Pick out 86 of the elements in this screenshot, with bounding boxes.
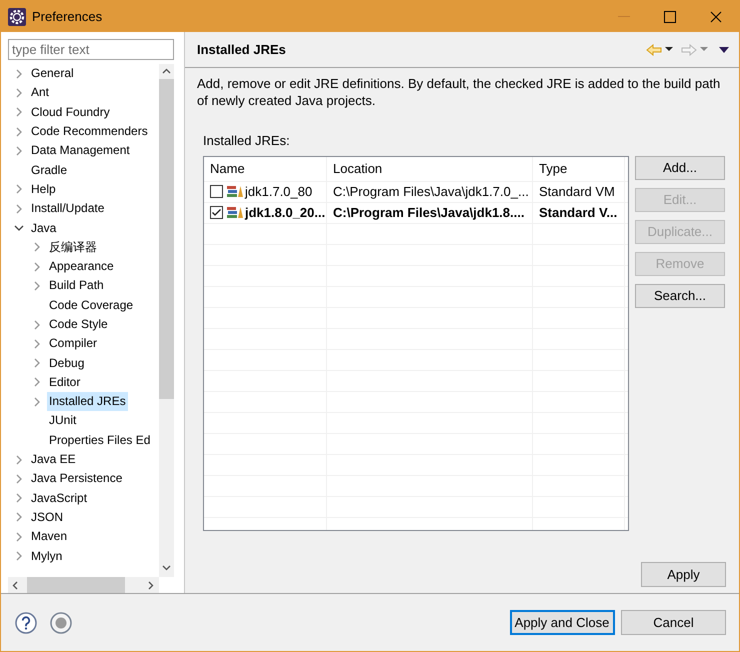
cancel-button[interactable]: Cancel [621,610,726,635]
tree-item[interactable]: Gradle [29,160,70,180]
expand-chevron-icon[interactable] [14,474,24,484]
window-title: Preferences [32,8,102,26]
table-label: Installed JREs: [202,132,290,150]
tree-item[interactable]: 反编译器 [47,238,99,257]
expand-chevron-icon[interactable] [14,551,24,562]
tree-item[interactable]: Maven [29,527,70,546]
maximize-icon[interactable] [664,10,676,22]
checkbox[interactable] [210,185,223,198]
expand-chevron-icon[interactable] [14,532,24,542]
view-menu-icon[interactable] [719,46,729,52]
table-cell-text: jdk1.7.0_80 [245,182,312,201]
collapse-chevron-icon[interactable] [14,223,24,234]
tree-item[interactable]: Code Recommenders [29,122,150,142]
column-header[interactable]: Location [327,156,533,180]
tree-item[interactable]: General [29,64,76,84]
scroll-up-icon[interactable] [162,68,171,74]
expand-chevron-icon[interactable] [32,262,42,272]
page-title: Installed JREs [197,40,286,59]
tree-item[interactable]: Properties Files Ed [47,430,152,450]
table-cell-text: Standard VM [539,182,615,201]
expand-chevron-icon[interactable] [32,242,42,252]
tree-item[interactable]: Mylyn [29,546,64,566]
expand-chevron-icon[interactable] [14,204,24,214]
library-icon [227,206,243,219]
record-icon[interactable] [50,612,72,634]
column-header[interactable]: Name [204,156,327,180]
expand-chevron-icon[interactable] [14,184,24,194]
expand-chevron-icon[interactable] [32,377,42,388]
expand-chevron-icon[interactable] [32,358,42,368]
table-cell-text: C:\Program Files\Java\jdk1.7.0_... [333,182,529,201]
tree-item[interactable]: Data Management [29,141,132,160]
expand-chevron-icon[interactable] [14,512,24,522]
column-header[interactable]: Type [533,156,625,180]
expand-chevron-icon[interactable] [32,320,42,330]
apply-button[interactable]: Apply [641,562,726,587]
expand-chevron-icon[interactable] [14,68,24,79]
expand-chevron-icon[interactable] [14,88,24,98]
expand-chevron-icon[interactable] [14,454,24,465]
tree-item[interactable]: Editor [47,372,82,392]
tree-item[interactable]: JSON [29,508,66,527]
tree-item[interactable]: Cloud Foundry [29,102,112,122]
expand-chevron-icon[interactable] [32,396,42,407]
tree-item[interactable]: Appearance [47,257,116,276]
library-icon [227,185,243,198]
forward-arrow-icon[interactable] [680,44,696,56]
tree-item[interactable]: JUnit [47,411,78,430]
table-cell-text: C:\Program Files\Java\jdk1.8.... [333,204,524,222]
expand-chevron-icon[interactable] [14,493,24,504]
tree-item[interactable]: Java Persistence [29,469,124,488]
tree-item[interactable]: Help [29,180,58,199]
page-description: Add, remove or edit JRE definitions. By default, the checked JRE is added to the build path of newly created Java projects. [196,75,722,109]
expand-chevron-icon[interactable] [32,280,42,291]
apply-and-close-button[interactable]: Apply and Close [510,610,614,635]
tree-item[interactable]: Ant [29,83,52,102]
tree-item[interactable]: Build Path [47,276,106,296]
tree-item[interactable]: Java EE [29,450,78,470]
table-cell-text: Standard V... [539,204,618,222]
scrollbar-thumb[interactable] [27,577,125,593]
tree-item[interactable]: Code Coverage [47,296,136,315]
scrollbar-thumb[interactable] [159,79,174,399]
minimize-icon[interactable] [618,16,630,18]
expand-chevron-icon[interactable] [32,338,42,349]
tree-item[interactable]: Install/Update [29,199,106,218]
filter-field[interactable]: type filter text [8,39,174,60]
expand-chevron-icon[interactable] [14,107,24,118]
tree-item[interactable]: Compiler [47,334,100,354]
search-button[interactable]: Search... [635,284,725,308]
tree-item[interactable]: JavaScript [29,488,90,508]
tree-item[interactable]: Java [29,218,58,238]
expand-chevron-icon[interactable] [14,126,24,137]
expand-chevron-icon[interactable] [14,146,24,156]
table-cell-text: jdk1.8.0_20... [245,204,326,222]
tree-item[interactable]: Code Style [47,315,110,334]
tree-item[interactable]: Installed JREs [47,392,128,412]
close-icon[interactable] [710,10,722,22]
help-icon[interactable] [15,612,37,634]
scroll-left-icon[interactable] [12,580,18,590]
scroll-down-icon[interactable] [162,565,171,571]
app-icon [8,8,26,26]
tree-item[interactable]: Debug [47,354,86,373]
scroll-right-icon[interactable] [148,580,154,590]
dropdown-caret-icon[interactable] [665,47,674,52]
checkbox[interactable] [210,206,223,219]
add-button[interactable]: Add... [635,156,725,180]
